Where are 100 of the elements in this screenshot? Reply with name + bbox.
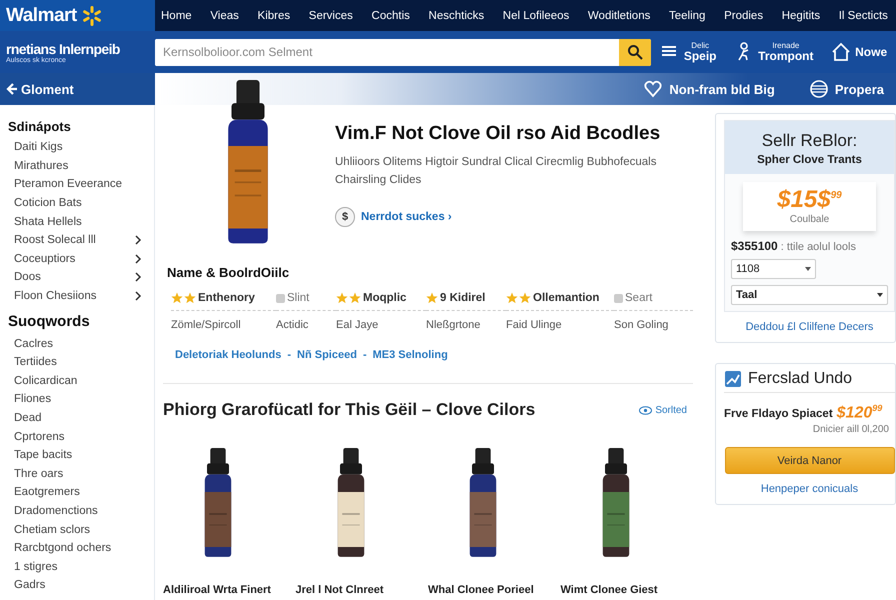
nav-link[interactable]: Teeling: [668, 10, 706, 22]
sidebar-item[interactable]: Floon Chesiions: [8, 286, 154, 306]
sidebar-item[interactable]: Pteramon Eveerance: [8, 175, 154, 194]
spec-label: Ollemantion: [506, 292, 614, 311]
separator: -: [287, 349, 292, 361]
spark-icon: [80, 4, 103, 26]
header-action[interactable]: Irenade Trompont: [734, 42, 814, 62]
deal-button[interactable]: Veirda Nanor: [724, 447, 894, 474]
section-heading: Phiorg Grarofücatl for This Gëil – Clove Cilors: [163, 400, 536, 420]
product-description: Uhliioors Olitems Higtoir Sundral Clical Cirecmlig Bubhofecuals Chairsling Clides: [335, 155, 658, 188]
search-icon: [627, 44, 643, 60]
banner-link[interactable]: Non-fram bld Big: [643, 79, 775, 99]
back-link[interactable]: Gloment: [0, 73, 155, 105]
caret-icon: [805, 267, 811, 271]
eye-icon: [639, 406, 652, 414]
spec-label: 9 Kidirel: [426, 292, 506, 311]
nav-link[interactable]: Kibres: [258, 10, 290, 22]
sidebar-item[interactable]: Roost Solecal lll: [8, 230, 154, 250]
nav-link[interactable]: Neschticks: [428, 10, 484, 22]
nav-link[interactable]: Nel Lofileeos: [502, 10, 570, 22]
chevron-right-icon: [134, 254, 142, 264]
sidebar-item[interactable]: Gadrs: [8, 576, 154, 595]
detail-link[interactable]: ME3 Selnoling: [372, 349, 448, 361]
spec-label: Slint: [276, 292, 336, 311]
sidebar-item[interactable]: Cprtorens: [8, 427, 154, 446]
nav-link[interactable]: Vieas: [210, 10, 239, 22]
chevron-right-icon: [134, 291, 142, 302]
nav-link[interactable]: Home: [161, 10, 192, 22]
deal-link[interactable]: Henpeper conicuals: [754, 482, 864, 496]
sidebar-item[interactable]: Rarcbtgond ochers: [8, 538, 154, 558]
separator: -: [362, 349, 367, 361]
sidebar-item[interactable]: Tertiides: [8, 352, 154, 372]
option-select[interactable]: Taal: [731, 285, 888, 305]
sidebar-item[interactable]: Tape bacits: [8, 446, 154, 464]
search-button[interactable]: [619, 38, 651, 66]
arrow-left-icon: [6, 82, 18, 96]
nav-link[interactable]: Prodies: [724, 10, 764, 22]
total-text: $355100 : ttile aolul lools: [731, 239, 857, 253]
sidebar-item[interactable]: Mirathures: [8, 156, 154, 176]
sidebar-item[interactable]: Dradomenctions: [8, 502, 154, 520]
heart-icon: [643, 79, 664, 99]
chevron-right-icon: [134, 272, 142, 282]
nav-link[interactable]: Services: [308, 10, 353, 22]
offer-title: Sellr ReBlor:: [760, 131, 858, 151]
spec-value: Eal Jaye: [336, 318, 380, 331]
brand-name: rnetians Inlernpeib: [6, 40, 121, 56]
product-link[interactable]: $ Nerrdot suckes ›: [335, 207, 452, 227]
sidebar-item[interactable]: Caclres: [8, 334, 154, 353]
product-name[interactable]: Wimt Clonee Giest: [560, 584, 658, 596]
spec-value: Faid Ulinge: [506, 318, 563, 331]
sidebar-item[interactable]: Chetiam sclors: [8, 520, 154, 539]
sidebar-item[interactable]: Fliones: [8, 390, 154, 409]
sidebar-heading: Suoqwords: [8, 313, 91, 330]
sidebar-item[interactable]: Doos: [8, 268, 154, 287]
spec-label: Moqplic: [336, 292, 426, 311]
spec-value: Zömle/Spircoll: [171, 318, 242, 331]
spec-value: Nleßgrtone: [426, 318, 482, 331]
spec-value: Son Goling: [614, 318, 670, 331]
home-icon: [831, 42, 852, 62]
sidebar-item[interactable]: Shata Hellels: [8, 212, 154, 231]
price-note: Coulbale: [788, 214, 830, 225]
nav-link[interactable]: Woditletions: [588, 10, 650, 22]
sidebar-item[interactable]: Coticion Bats: [8, 194, 154, 212]
sidebar-item[interactable]: Coceuptiors: [8, 250, 154, 268]
offer-link[interactable]: Deddou £l Clilfene Decers: [740, 320, 880, 334]
product-name[interactable]: Aldiliroal Wrta Finert: [163, 584, 271, 596]
nav-link[interactable]: Il Secticts: [838, 10, 888, 22]
sidebar-item[interactable]: Colicardican: [8, 372, 154, 390]
spec-label: Seart: [614, 292, 693, 311]
tag-icon: [614, 294, 623, 302]
banner-link[interactable]: Propera: [808, 79, 884, 99]
spec-label: Enthenory: [171, 292, 276, 311]
nav-link[interactable]: Cochtis: [372, 10, 410, 22]
deal-note: Dnicier aill 0l,200: [812, 424, 890, 436]
price: $15$$^{99}$: [776, 186, 843, 214]
deal-price: $120$^{99}$: [836, 403, 882, 422]
offer-subtitle: Spher Clove Trants: [756, 154, 863, 166]
detail-link[interactable]: Nñ Spiceed: [297, 349, 357, 361]
tag-icon: [276, 294, 285, 302]
sort-button[interactable]: Sorlted: [633, 404, 693, 416]
sidebar-item[interactable]: Daiti Kigs: [8, 138, 154, 157]
spec-value: Actidic: [276, 318, 310, 331]
header-action[interactable]: Delic Speip: [660, 42, 716, 62]
product-name[interactable]: Jrel l Not Clnreet: [296, 584, 384, 596]
section-heading: Name & BoolrdOiilc: [167, 265, 290, 280]
sidebar-item[interactable]: Thre oars: [8, 464, 154, 484]
detail-link[interactable]: Deletoriak Heolunds: [175, 349, 282, 361]
sidebar-item[interactable]: Eaotgremers: [8, 483, 154, 502]
sidebar-heading: Sdinápots: [8, 119, 72, 134]
product-name[interactable]: Whal Clonee Porieel: [428, 584, 534, 596]
quantity-select[interactable]: 1108: [731, 259, 816, 279]
coin-icon: $: [335, 207, 355, 227]
nav-link[interactable]: Hegitits: [782, 10, 820, 22]
image-icon: [724, 370, 742, 388]
caret-icon: [877, 293, 883, 297]
sidebar-item[interactable]: Dead: [8, 408, 154, 428]
deal-title: Fercslad Undo: [748, 370, 852, 388]
header-action[interactable]: Nowe: [831, 42, 888, 62]
sidebar-item[interactable]: 1 stigres: [8, 557, 154, 576]
globe-icon: [808, 79, 829, 99]
